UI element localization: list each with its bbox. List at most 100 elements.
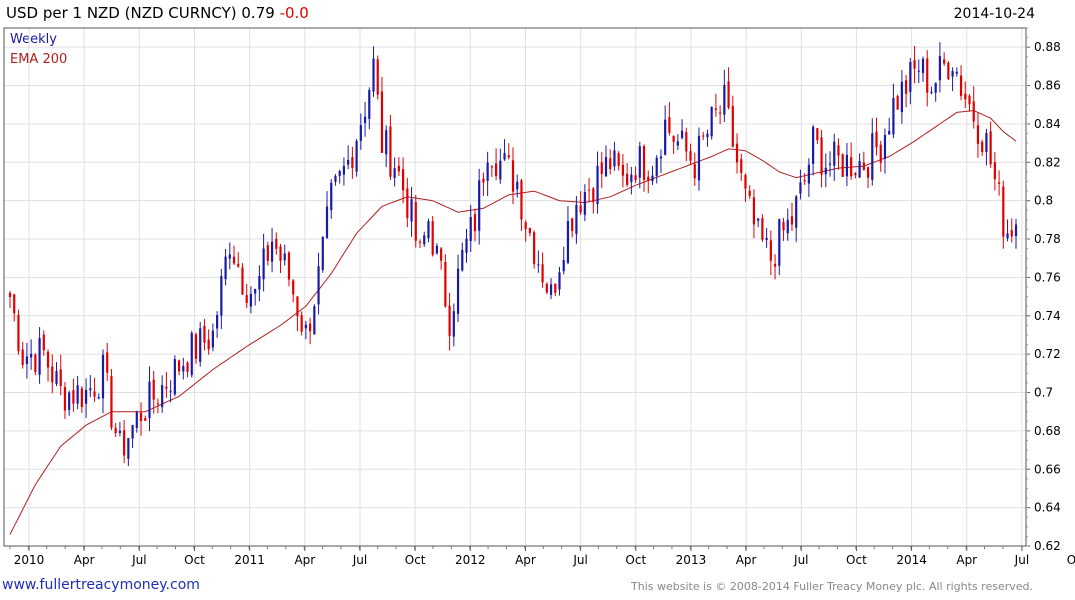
candle	[465, 228, 468, 263]
x-tick-label: Oct	[184, 553, 205, 567]
candle-body	[740, 159, 743, 173]
candle-body	[697, 135, 701, 181]
candle-body	[524, 222, 527, 230]
candle	[837, 138, 840, 170]
candle-body	[435, 245, 439, 254]
candle	[186, 361, 189, 378]
candle-body	[647, 176, 650, 181]
candle-body	[1002, 186, 1005, 237]
candle	[414, 194, 417, 248]
candle	[351, 146, 354, 179]
candle	[642, 144, 646, 192]
candle-body	[571, 218, 574, 231]
candle	[541, 252, 544, 288]
candle	[17, 309, 20, 355]
candle	[118, 422, 121, 437]
candle	[913, 46, 916, 84]
candle	[858, 153, 861, 178]
candle-body	[410, 199, 413, 222]
candle-body	[279, 246, 282, 261]
candle-body	[824, 167, 827, 175]
candle	[59, 354, 62, 396]
candle-body	[486, 162, 489, 181]
candle-body	[613, 150, 616, 167]
candle-body	[97, 397, 100, 399]
candle-body	[135, 412, 138, 429]
candle	[334, 174, 337, 186]
candle-body	[8, 292, 12, 297]
candle-body	[338, 171, 341, 177]
candle	[888, 117, 891, 135]
candle-body	[816, 128, 819, 141]
candle	[114, 423, 117, 437]
candle-body	[655, 157, 658, 176]
candle	[207, 329, 210, 355]
candle	[355, 138, 358, 177]
candle	[735, 133, 739, 174]
candle-body	[549, 284, 553, 295]
candle	[93, 377, 96, 402]
candle	[262, 233, 265, 292]
candle-body	[275, 238, 278, 249]
candle-body	[1014, 224, 1018, 237]
candle-body	[63, 387, 67, 411]
candle-body	[989, 131, 992, 165]
candle-body	[440, 248, 443, 261]
candle-body	[562, 260, 565, 272]
candle-body	[402, 169, 405, 191]
candle	[254, 288, 257, 306]
x-tick-label: Apr	[74, 553, 95, 567]
candle	[440, 246, 443, 270]
candle-body	[964, 93, 967, 100]
candle	[672, 135, 675, 155]
y-tick-label: 0.74	[1034, 309, 1061, 323]
candle	[283, 244, 286, 266]
candle-body	[21, 349, 24, 365]
y-tick-label: 0.7	[1034, 386, 1053, 400]
candle-body	[634, 175, 637, 181]
candle	[431, 216, 434, 257]
candle	[875, 117, 878, 156]
candles-group	[8, 42, 1018, 467]
candle-body	[186, 362, 189, 372]
candle	[828, 151, 832, 177]
candle-body	[448, 305, 451, 336]
candle-body	[765, 237, 768, 240]
candle	[110, 369, 113, 431]
candle-body	[59, 369, 62, 386]
candle-body	[270, 241, 274, 262]
candle	[321, 236, 324, 273]
candle	[609, 149, 612, 175]
candle	[338, 169, 341, 184]
candle	[976, 112, 980, 158]
candle	[38, 327, 41, 384]
candle-body	[220, 276, 223, 316]
candle	[790, 202, 794, 232]
candle	[241, 263, 244, 295]
candle-body	[693, 164, 696, 179]
candle	[740, 153, 743, 181]
candle-body	[258, 276, 261, 290]
candle	[566, 206, 570, 265]
candle-body	[465, 238, 468, 253]
candle	[558, 266, 561, 296]
candle-body	[828, 163, 832, 165]
y-tick-label: 0.66	[1034, 462, 1061, 476]
x-tick-label: 2011	[234, 553, 265, 567]
candle	[313, 304, 316, 335]
candle	[46, 349, 50, 382]
candle-body	[537, 264, 540, 266]
candle-body	[93, 391, 96, 397]
candle-body	[664, 119, 667, 155]
candle	[435, 243, 439, 255]
candle-body	[414, 202, 417, 241]
x-tick-label: 2013	[676, 553, 707, 567]
candle	[727, 67, 730, 110]
candle-body	[757, 218, 760, 221]
candle	[807, 158, 810, 198]
candle	[921, 56, 925, 82]
website-link[interactable]: www.fullertreacymoney.com	[2, 577, 200, 593]
candle	[710, 106, 713, 140]
candle-body	[820, 137, 823, 175]
candle	[84, 378, 88, 418]
